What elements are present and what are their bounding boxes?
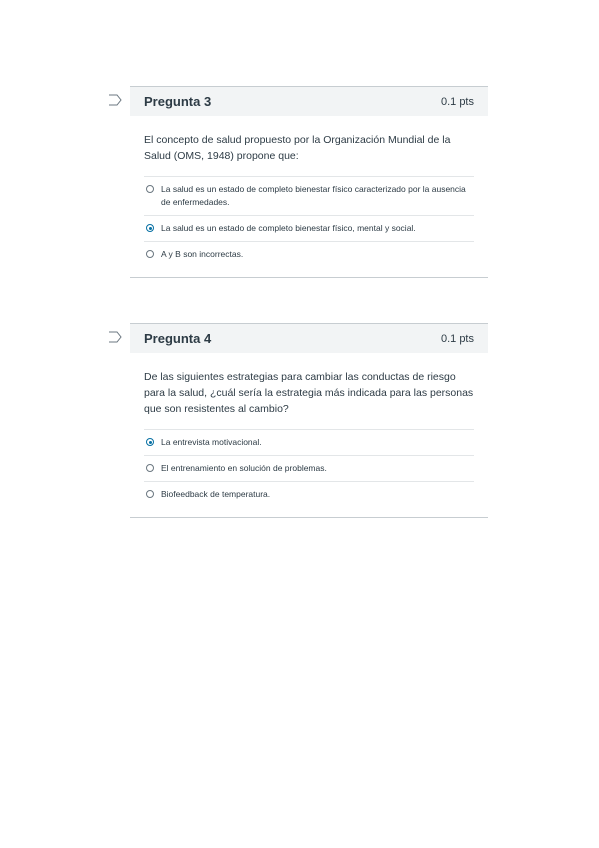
answer-list: La entrevista motivacional. El entrenami… bbox=[144, 429, 474, 507]
answer-option[interactable]: El entrenamiento en solución de problema… bbox=[144, 456, 474, 482]
answer-option[interactable]: Biofeedback de temperatura. bbox=[144, 482, 474, 507]
question-points: 0.1 pts bbox=[440, 95, 474, 108]
question-divider bbox=[130, 277, 488, 278]
question-title: Pregunta 4 bbox=[144, 331, 212, 346]
answer-label: Biofeedback de temperatura. bbox=[161, 489, 271, 499]
question-header: Pregunta 3 0.1 pts bbox=[130, 86, 488, 116]
answer-label: El entrenamiento en solución de problema… bbox=[161, 463, 327, 473]
answer-option[interactable]: La salud es un estado de completo bienes… bbox=[144, 216, 474, 242]
radio-button-selected-icon[interactable] bbox=[146, 438, 154, 446]
question-text: El concepto de salud propuesto por la Or… bbox=[144, 134, 451, 162]
question-divider bbox=[130, 517, 488, 518]
flag-question-icon[interactable] bbox=[108, 331, 122, 343]
question-title: Pregunta 3 bbox=[144, 94, 212, 109]
answer-label: La salud es un estado de completo bienes… bbox=[161, 223, 416, 233]
answer-option[interactable]: La salud es un estado de completo bienes… bbox=[144, 177, 474, 216]
flag-question-icon[interactable] bbox=[108, 94, 122, 106]
answer-list: La salud es un estado de completo bienes… bbox=[144, 176, 474, 267]
answer-label: La salud es un estado de completo bienes… bbox=[161, 184, 466, 207]
radio-button-icon[interactable] bbox=[146, 250, 154, 258]
question-text: De las siguientes estrategias para cambi… bbox=[144, 371, 474, 415]
radio-button-icon[interactable] bbox=[146, 185, 154, 193]
question-header: Pregunta 4 0.1 pts bbox=[130, 323, 488, 353]
question-body: El concepto de salud propuesto por la Or… bbox=[130, 116, 488, 267]
question-body: De las siguientes estrategias para cambi… bbox=[130, 353, 488, 507]
answer-option[interactable]: A y B son incorrectas. bbox=[144, 242, 474, 267]
question-3: Pregunta 3 0.1 pts El concepto de salud … bbox=[109, 86, 488, 278]
answer-label: A y B son incorrectas. bbox=[161, 249, 244, 259]
answer-option[interactable]: La entrevista motivacional. bbox=[144, 430, 474, 456]
answer-label: La entrevista motivacional. bbox=[161, 437, 262, 447]
radio-button-selected-icon[interactable] bbox=[146, 224, 154, 232]
radio-button-icon[interactable] bbox=[146, 464, 154, 472]
question-4: Pregunta 4 0.1 pts De las siguientes est… bbox=[109, 323, 488, 518]
question-points: 0.1 pts bbox=[440, 332, 474, 345]
radio-button-icon[interactable] bbox=[146, 490, 154, 498]
